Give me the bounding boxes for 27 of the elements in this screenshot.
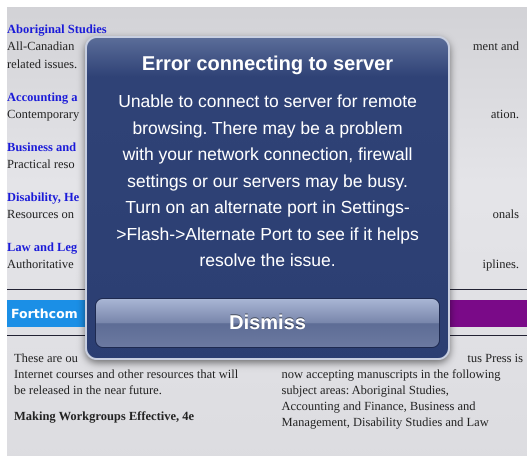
description-text: Authoritative bbox=[7, 256, 74, 273]
subject-link[interactable]: Business and bbox=[7, 139, 76, 155]
description-text: Practical reso bbox=[7, 156, 75, 173]
description-text: Contemporary bbox=[7, 106, 80, 123]
subject-link[interactable]: Law and Leg bbox=[7, 239, 78, 255]
description-text: ation. bbox=[490, 106, 519, 123]
subject-link[interactable]: Accounting a bbox=[7, 89, 78, 105]
subject-link[interactable]: Disability, He bbox=[7, 189, 80, 205]
dismiss-button[interactable]: Dismiss bbox=[95, 298, 440, 348]
body-text: These are ou bbox=[14, 350, 79, 366]
description-text: related issues. bbox=[7, 56, 78, 73]
body-text: Accounting and Finance, Business and bbox=[282, 398, 476, 414]
body-text: Internet courses and other resources that will bbox=[14, 366, 240, 382]
description-text: All-Canadian bbox=[7, 38, 74, 55]
body-text: be released in the near future. bbox=[14, 382, 163, 398]
alert-message: Unable to connect to server for remote browsing. There may be a problem with your network connection, firewall settings or our servers may be busy. Turn on an alternate port in Settings->Flash->Alternate Port to see if it helps resolve the issue. bbox=[115, 90, 420, 272]
body-text: Management, Disability Studies and Law bbox=[282, 414, 489, 430]
publication-title: Making Workgroups Effective, 4e bbox=[14, 408, 196, 424]
description-text: iplines. bbox=[482, 256, 519, 273]
alert-title: Error connecting to server bbox=[142, 52, 394, 76]
body-text: now accepting manuscripts in the following bbox=[282, 366, 501, 382]
description-text: ment and bbox=[472, 38, 519, 55]
description-text: onals bbox=[492, 206, 519, 223]
subject-link[interactable]: Aboriginal Studies bbox=[7, 21, 107, 37]
description-text: Resources on bbox=[7, 206, 74, 223]
body-text: subject areas: Aboriginal Studies, bbox=[282, 382, 449, 398]
body-text: tus Press is bbox=[467, 350, 523, 366]
